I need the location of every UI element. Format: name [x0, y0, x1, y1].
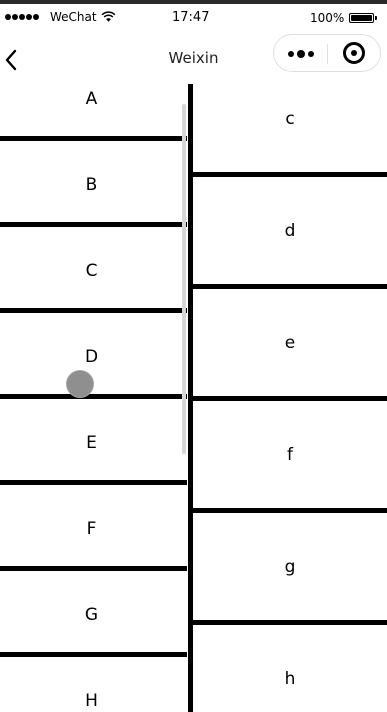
right-list-item-label: d: [284, 221, 296, 241]
more-dots-icon[interactable]: [288, 50, 314, 58]
left-list-scrollbar[interactable]: [182, 104, 186, 454]
mini-program-capsule: [273, 34, 381, 72]
close-target-icon[interactable]: [343, 42, 365, 64]
left-list-item-label: C: [85, 261, 98, 281]
left-list-item-label: G: [84, 605, 99, 625]
battery-icon: [349, 13, 377, 23]
right-list-item-label: e: [284, 333, 296, 353]
left-list-item[interactable]: B: [0, 141, 187, 227]
right-list-item-label: h: [284, 669, 296, 689]
left-list-item-label: E: [86, 433, 97, 453]
right-list[interactable]: c d e f g h: [193, 84, 387, 712]
left-list-item-label: F: [86, 519, 97, 539]
right-list-item-label: f: [287, 445, 293, 465]
carrier-name: WeChat: [50, 10, 97, 24]
left-list-item[interactable]: A: [0, 84, 187, 141]
wifi-icon: [101, 11, 116, 22]
navigation-bar: Weixin: [0, 32, 387, 84]
left-list-item[interactable]: H: [0, 657, 187, 712]
status-bar: WeChat 17:47 100%: [0, 4, 387, 32]
right-list-item[interactable]: g: [193, 513, 387, 625]
capsule-separator: [327, 44, 328, 64]
left-list-item-label: D: [84, 347, 99, 367]
right-list-item[interactable]: d: [193, 177, 387, 289]
right-list-item-label: c: [285, 109, 295, 129]
left-list-item[interactable]: C: [0, 227, 187, 313]
right-list-item-label: g: [284, 557, 296, 577]
clock: 17:47: [172, 10, 210, 25]
left-list-item[interactable]: E: [0, 399, 187, 485]
battery-percent: 100%: [310, 11, 345, 25]
right-list-item[interactable]: e: [193, 289, 387, 401]
left-list-item[interactable]: F: [0, 485, 187, 571]
touch-indicator: [66, 370, 94, 398]
left-list[interactable]: A B C D E F G H: [0, 84, 187, 712]
signal-strength-icon: [5, 14, 39, 20]
left-list-item[interactable]: G: [0, 571, 187, 657]
left-list-item-label: B: [85, 175, 98, 195]
left-list-item-label: A: [85, 89, 98, 109]
right-list-item[interactable]: f: [193, 401, 387, 513]
right-list-item[interactable]: c: [193, 84, 387, 177]
right-list-item[interactable]: h: [193, 625, 387, 712]
left-list-item-label: H: [85, 691, 98, 711]
